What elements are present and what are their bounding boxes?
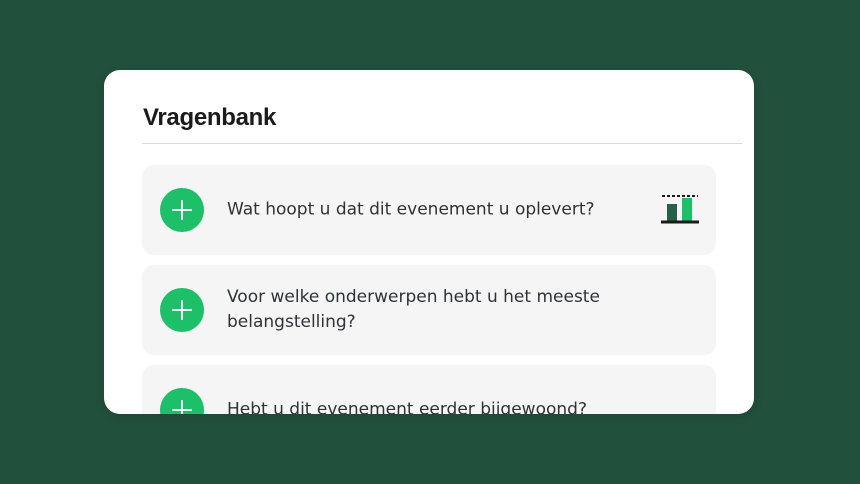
question-text: Voor welke onderwerpen hebt u het meeste… [227,287,600,332]
panel-title: Vragenbank [143,104,277,131]
plus-icon [172,400,192,414]
question-item[interactable]: Wat hoopt u dat dit evenement u oplevert… [142,165,716,255]
add-question-button[interactable] [160,288,204,332]
plus-icon [172,300,192,320]
plus-icon [172,200,192,220]
add-question-button[interactable] [160,188,204,232]
bar-chart-icon [661,195,699,224]
question-bank-panel: Vragenbank Wat hoopt u dat dit evenement… [104,70,754,414]
question-item[interactable]: Hebt u dit evenement eerder bijgewoond? [142,365,716,414]
question-text: Hebt u dit evenement eerder bijgewoond? [227,399,587,415]
question-list: Wat hoopt u dat dit evenement u oplevert… [142,165,716,414]
question-text: Wat hoopt u dat dit evenement u oplevert… [227,199,595,220]
add-question-button[interactable] [160,388,204,414]
title-divider [142,143,742,144]
question-item[interactable]: Voor welke onderwerpen hebt u het meeste… [142,265,716,355]
